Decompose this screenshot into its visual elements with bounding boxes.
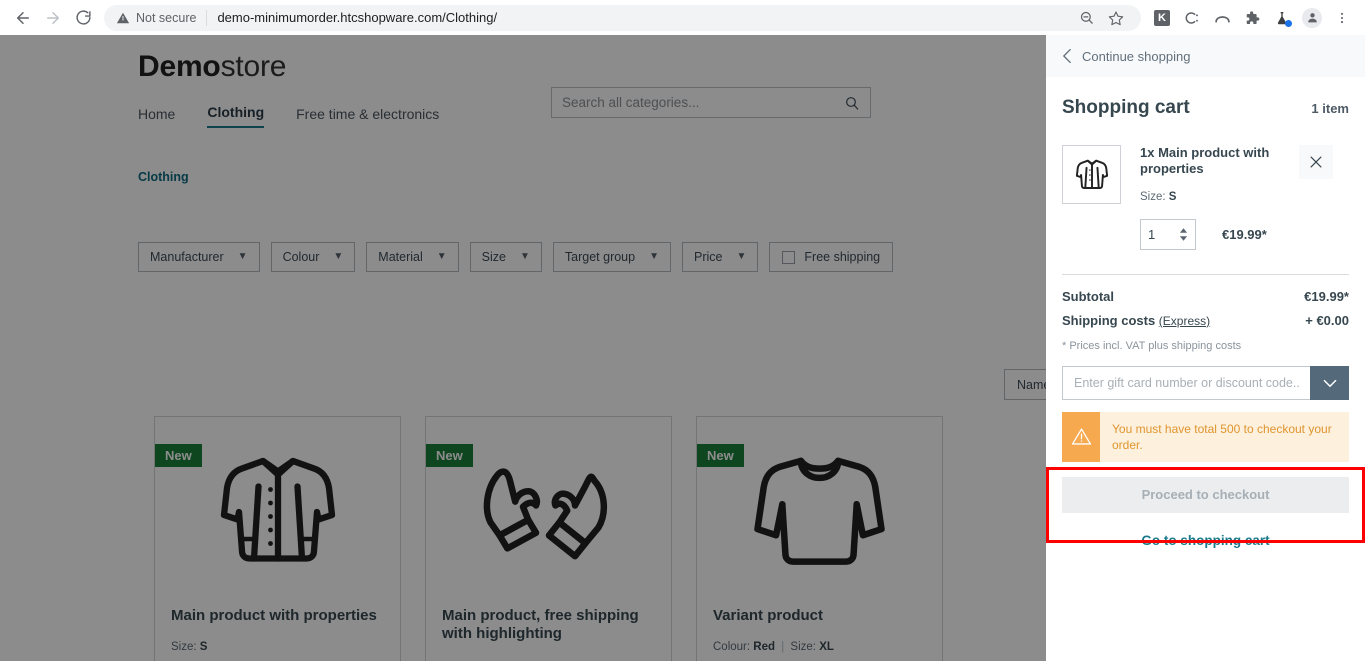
cart-line-item: 1x Main product with properties Size: S … [1062,145,1349,250]
omnibox-divider [206,9,208,26]
shipping-value: + €0.00 [1305,312,1349,328]
subtotal-value: €19.99* [1304,288,1349,304]
cart-item-property-key: Size: [1140,190,1166,203]
shipping-label: Shipping costs (Express) [1062,313,1210,328]
extension-notification-dot [1285,19,1292,27]
zoom-out-icon[interactable] [1073,5,1099,31]
not-secure-icon [116,11,130,25]
forward-button[interactable] [38,3,68,33]
cart-body: Shopping cart 1 item 1x Main product wit… [1046,77,1365,661]
browser-toolbar: Not secure demo-minimumorder.htcshopware… [0,0,1365,35]
minimum-order-alert: You must have total 500 to checkout your… [1062,411,1349,462]
extension-k-icon[interactable]: K [1149,5,1175,31]
offcanvas-backdrop[interactable] [0,35,1046,661]
page-viewport: Demostore Home Clothing Free time & elec… [0,35,1365,661]
minimum-order-alert-message: You must have total 500 to checkout your… [1112,421,1332,452]
cart-item-thumbnail[interactable] [1062,145,1121,204]
cart-title: Shopping cart [1062,97,1190,118]
reload-button[interactable] [68,3,98,33]
url-text: demo-minimumorder.htcshopware.com/Clothi… [217,10,498,25]
cart-header-row: Shopping cart 1 item [1062,97,1349,119]
promo-code-form [1062,365,1349,400]
browser-menu-icon[interactable] [1329,5,1355,31]
extensions-puzzle-icon[interactable] [1239,5,1265,31]
cart-item-name[interactable]: 1x Main product with properties [1140,145,1270,178]
go-to-shopping-cart-link[interactable]: Go to shopping cart [1062,533,1349,548]
subtotal-row: Subtotal €19.99* [1062,289,1349,304]
extension-arch-icon[interactable] [1209,5,1235,31]
continue-shopping-bar[interactable]: Continue shopping [1046,35,1365,77]
promo-submit-button[interactable] [1310,365,1349,400]
shipping-row: Shipping costs (Express) + €0.00 [1062,313,1349,328]
chevron-left-icon [1062,48,1072,64]
extension-flask-icon[interactable] [1269,5,1295,31]
promo-code-input[interactable] [1062,365,1310,400]
shipping-label-text: Shipping costs [1062,312,1156,328]
address-bar[interactable]: Not secure demo-minimumorder.htcshopware… [104,4,1141,31]
shopping-cart-offcanvas: Continue shopping Shopping cart 1 item 1… [1046,35,1365,661]
subtotal-label: Subtotal [1062,288,1114,304]
stepper-arrows-icon[interactable] [1179,227,1188,241]
continue-shopping-label: Continue shopping [1082,48,1191,64]
cart-item-property: Size: S [1140,191,1349,203]
cart-quantity-value: 1 [1148,226,1156,242]
back-button[interactable] [8,3,38,33]
profile-avatar-icon[interactable] [1299,5,1325,31]
cart-item-price: €19.99* [1222,226,1267,242]
shipping-method-link[interactable]: (Express) [1159,314,1210,328]
checkmark-icon [1322,375,1338,391]
vat-note: * Prices incl. VAT plus shipping costs [1062,339,1242,352]
cart-divider [1062,273,1349,275]
cart-totals: Subtotal €19.99* Shipping costs (Express… [1062,289,1349,328]
bookmark-star-icon[interactable] [1103,5,1129,31]
extension-toolbar: K [1149,5,1357,31]
extension-c-icon[interactable] [1179,5,1205,31]
cart-quantity-select[interactable]: 1 [1140,218,1196,250]
cart-item-count: 1 item [1311,101,1349,116]
warning-triangle-icon [1062,411,1100,462]
security-label: Not secure [136,10,197,25]
cart-item-remove-button[interactable] [1299,145,1333,179]
cart-item-property-value: S [1168,190,1177,203]
proceed-to-checkout-button[interactable]: Proceed to checkout [1062,476,1349,513]
